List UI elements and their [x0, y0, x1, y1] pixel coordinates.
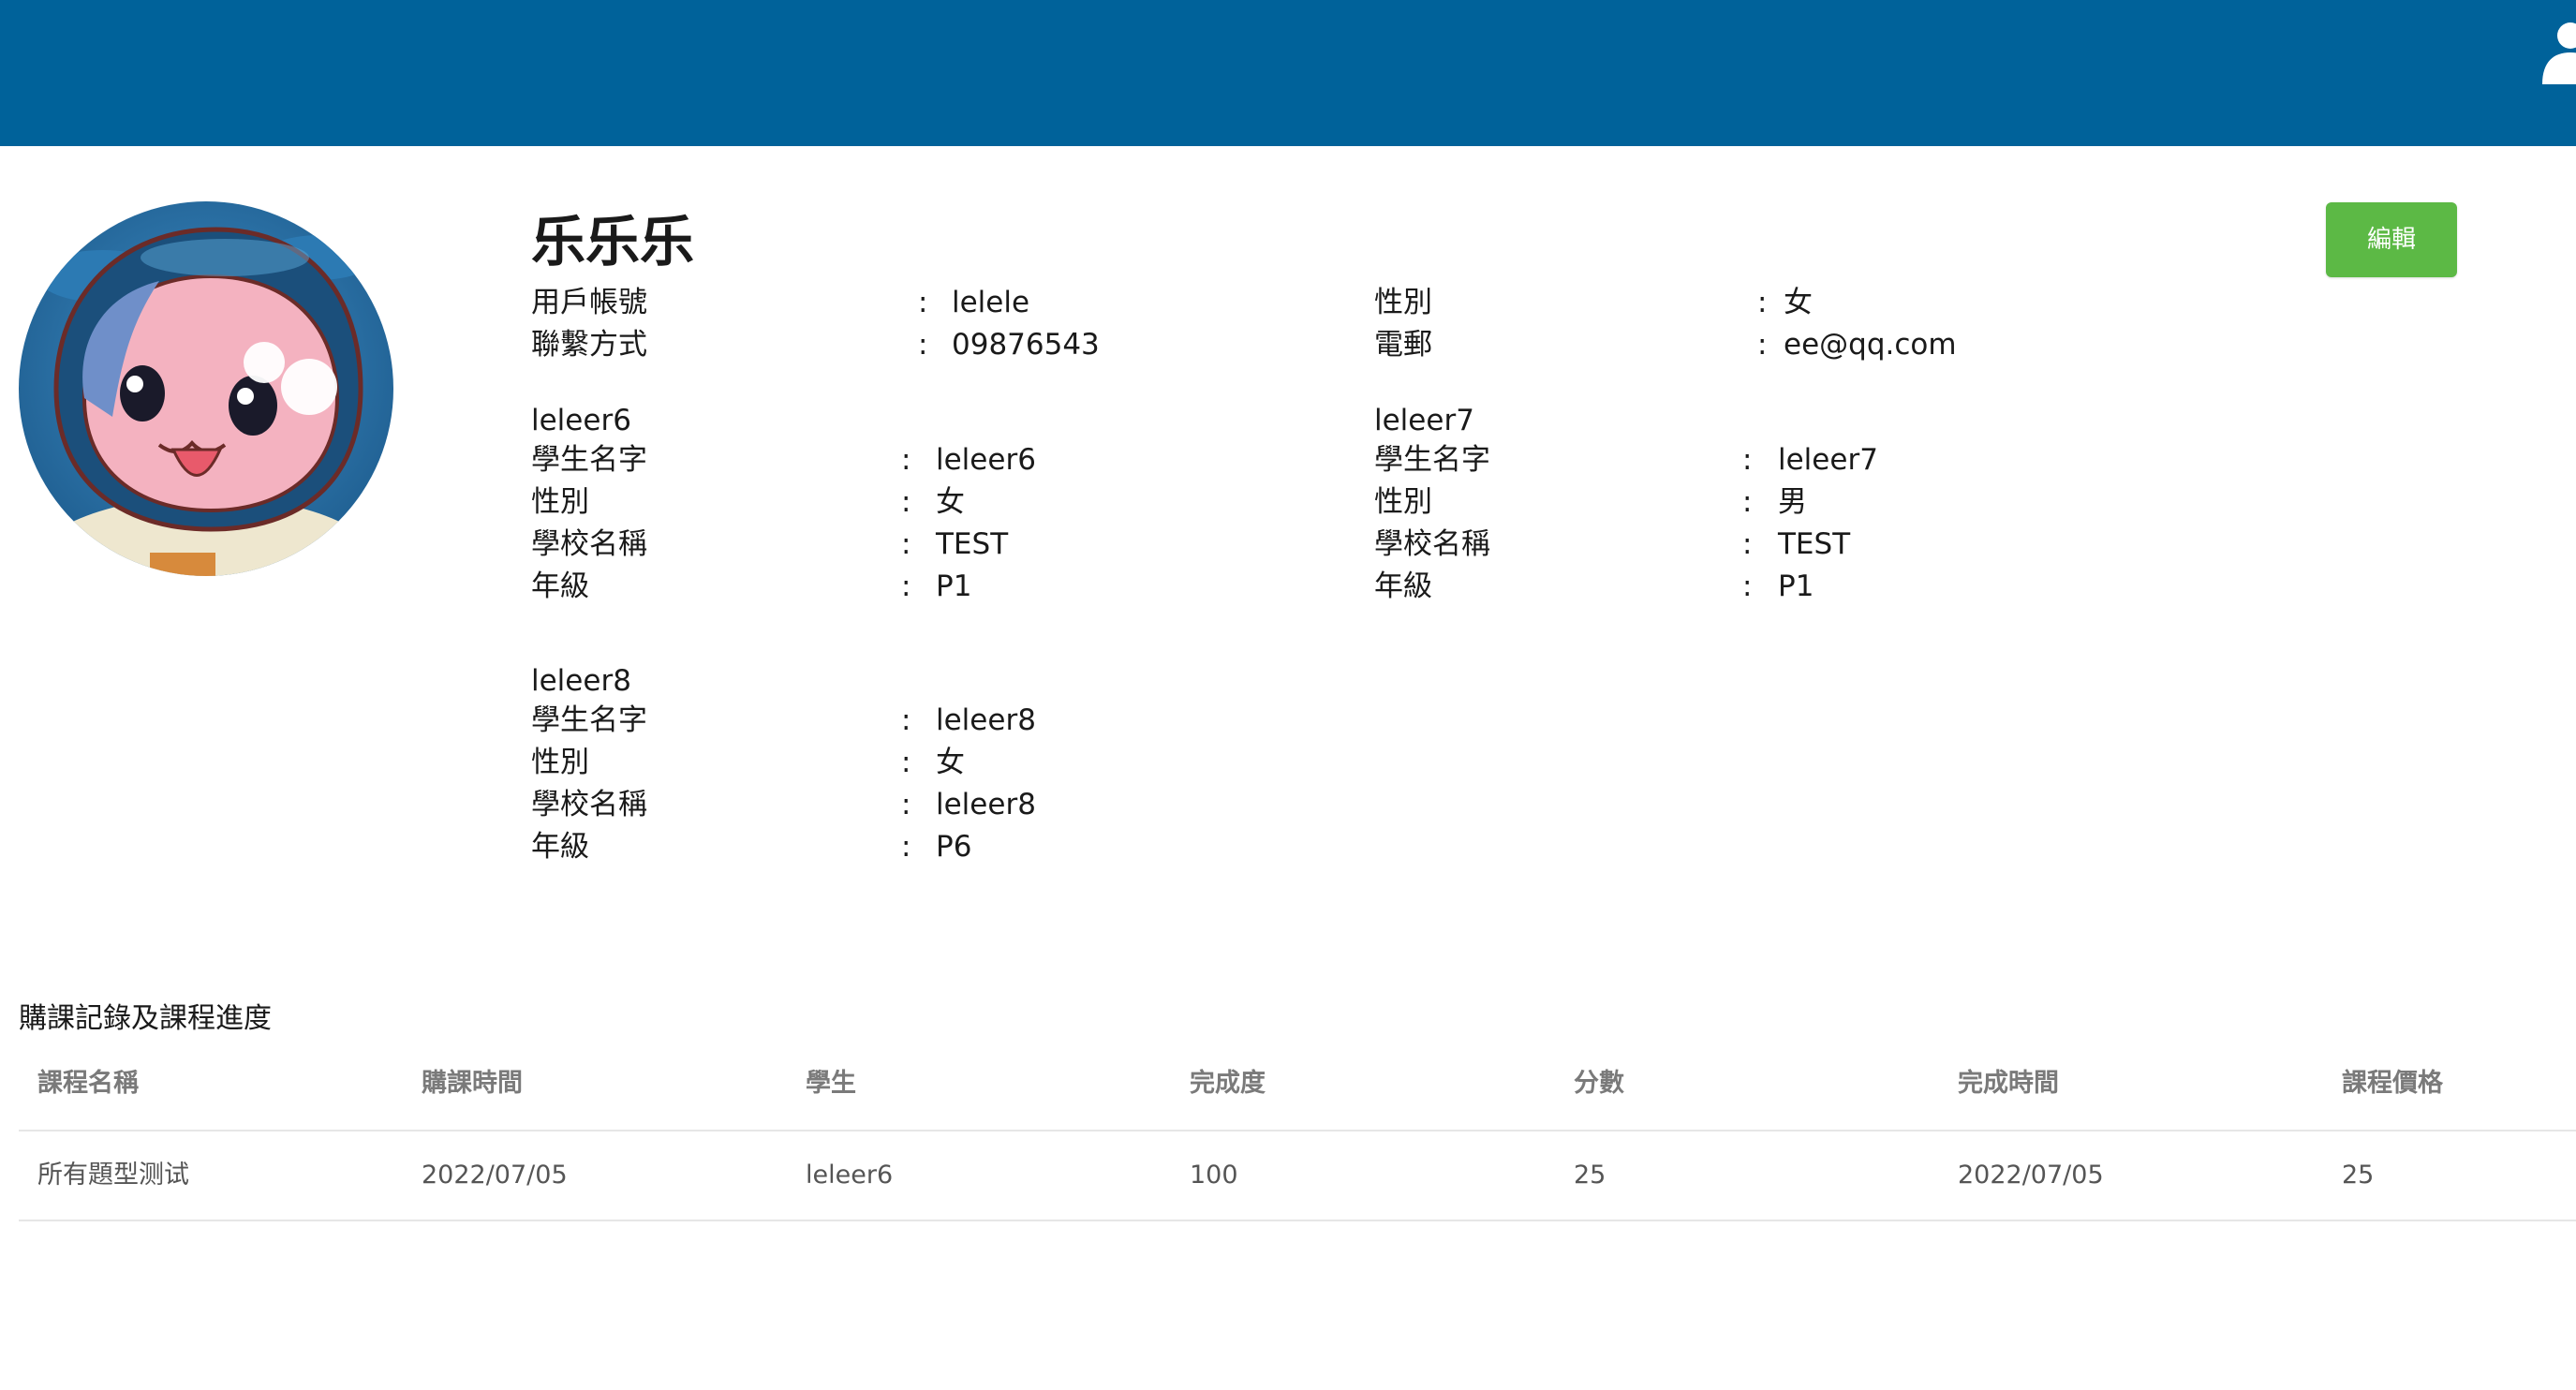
- student-school: leleer8: [936, 788, 1036, 821]
- table-cell: leleer6: [806, 1161, 894, 1190]
- column-header: 課程價格: [2342, 1069, 2443, 1098]
- email-value: ee@qq.com: [1784, 328, 1957, 362]
- student-heading: leleer7: [1374, 404, 1474, 437]
- separator: :: [1742, 485, 1753, 519]
- table-cell: 2022/07/05: [422, 1161, 568, 1190]
- student-name-label: 學生名字: [531, 443, 647, 477]
- contact-value: 09876543: [952, 328, 1100, 362]
- separator: :: [918, 328, 928, 362]
- column-header: 完成時間: [1958, 1069, 2059, 1098]
- student-gender-label: 性別: [531, 485, 589, 519]
- user-icon[interactable]: [2540, 21, 2576, 84]
- student-grade-label: 年級: [531, 569, 589, 603]
- student-grade: P1: [1778, 569, 1814, 603]
- table-cell: 100: [1190, 1161, 1238, 1190]
- profile-name: 乐乐乐: [531, 210, 695, 274]
- account-value: lelele: [952, 286, 1030, 319]
- student-name-label: 學生名字: [1374, 443, 1490, 477]
- student-name-label: 學生名字: [531, 703, 647, 737]
- separator: :: [901, 443, 911, 477]
- edit-button[interactable]: 編輯: [2326, 202, 2457, 277]
- student-grade: P6: [936, 830, 972, 864]
- student-gender: 男: [1778, 485, 1807, 519]
- student-heading: leleer8: [531, 664, 631, 698]
- student-school: TEST: [936, 527, 1009, 561]
- table-cell: 25: [1574, 1161, 1606, 1190]
- separator: :: [901, 527, 911, 561]
- records-table: 課程名稱 購課時間 學生 完成度 分數 完成時間 課程價格 所有題型测试 202…: [19, 1049, 2576, 1221]
- table-header: 課程名稱 購課時間 學生 完成度 分數 完成時間 課程價格: [19, 1049, 2576, 1131]
- student-name: leleer7: [1778, 443, 1878, 477]
- separator: :: [918, 286, 928, 319]
- separator: :: [1742, 569, 1753, 603]
- gender-label: 性別: [1374, 286, 1432, 319]
- student-gender: 女: [936, 746, 965, 779]
- separator: :: [901, 485, 911, 519]
- email-label: 電郵: [1374, 328, 1432, 362]
- column-header: 課程名稱: [37, 1069, 139, 1098]
- gender-value: 女: [1784, 286, 1813, 319]
- student-school-label: 學校名稱: [1374, 527, 1490, 561]
- contact-label: 聯繫方式: [531, 328, 647, 362]
- student-grade: P1: [936, 569, 972, 603]
- separator: :: [901, 830, 911, 864]
- student-gender: 女: [936, 485, 965, 519]
- student-gender-label: 性別: [1374, 485, 1432, 519]
- table-cell: 2022/07/05: [1958, 1161, 2104, 1190]
- student-school: TEST: [1778, 527, 1851, 561]
- column-header: 分數: [1574, 1069, 1624, 1098]
- student-name: leleer8: [936, 703, 1036, 737]
- top-header-bar: [0, 0, 2576, 146]
- student-grade-label: 年級: [531, 830, 589, 864]
- records-title: 購課記錄及課程進度: [19, 1002, 272, 1035]
- table-cell: 所有題型测试: [37, 1161, 189, 1190]
- separator: :: [1742, 527, 1753, 561]
- column-header: 學生: [806, 1069, 856, 1098]
- student-school-label: 學校名稱: [531, 788, 647, 821]
- separator: :: [1757, 328, 1768, 362]
- column-header: 購課時間: [422, 1069, 523, 1098]
- table-cell: 25: [2342, 1161, 2375, 1190]
- student-grade-label: 年級: [1374, 569, 1432, 603]
- student-gender-label: 性別: [531, 746, 589, 779]
- student-heading: leleer6: [531, 404, 631, 437]
- table-row[interactable]: 所有題型测试 2022/07/05 leleer6 100 25 2022/07…: [19, 1131, 2576, 1221]
- column-header: 完成度: [1190, 1069, 1266, 1098]
- avatar: [19, 201, 393, 576]
- student-name: leleer6: [936, 443, 1036, 477]
- separator: :: [1742, 443, 1753, 477]
- separator: :: [1757, 286, 1768, 319]
- separator: :: [901, 703, 911, 737]
- account-label: 用戶帳號: [531, 286, 647, 319]
- separator: :: [901, 788, 911, 821]
- separator: :: [901, 746, 911, 779]
- separator: :: [901, 569, 911, 603]
- student-school-label: 學校名稱: [531, 527, 647, 561]
